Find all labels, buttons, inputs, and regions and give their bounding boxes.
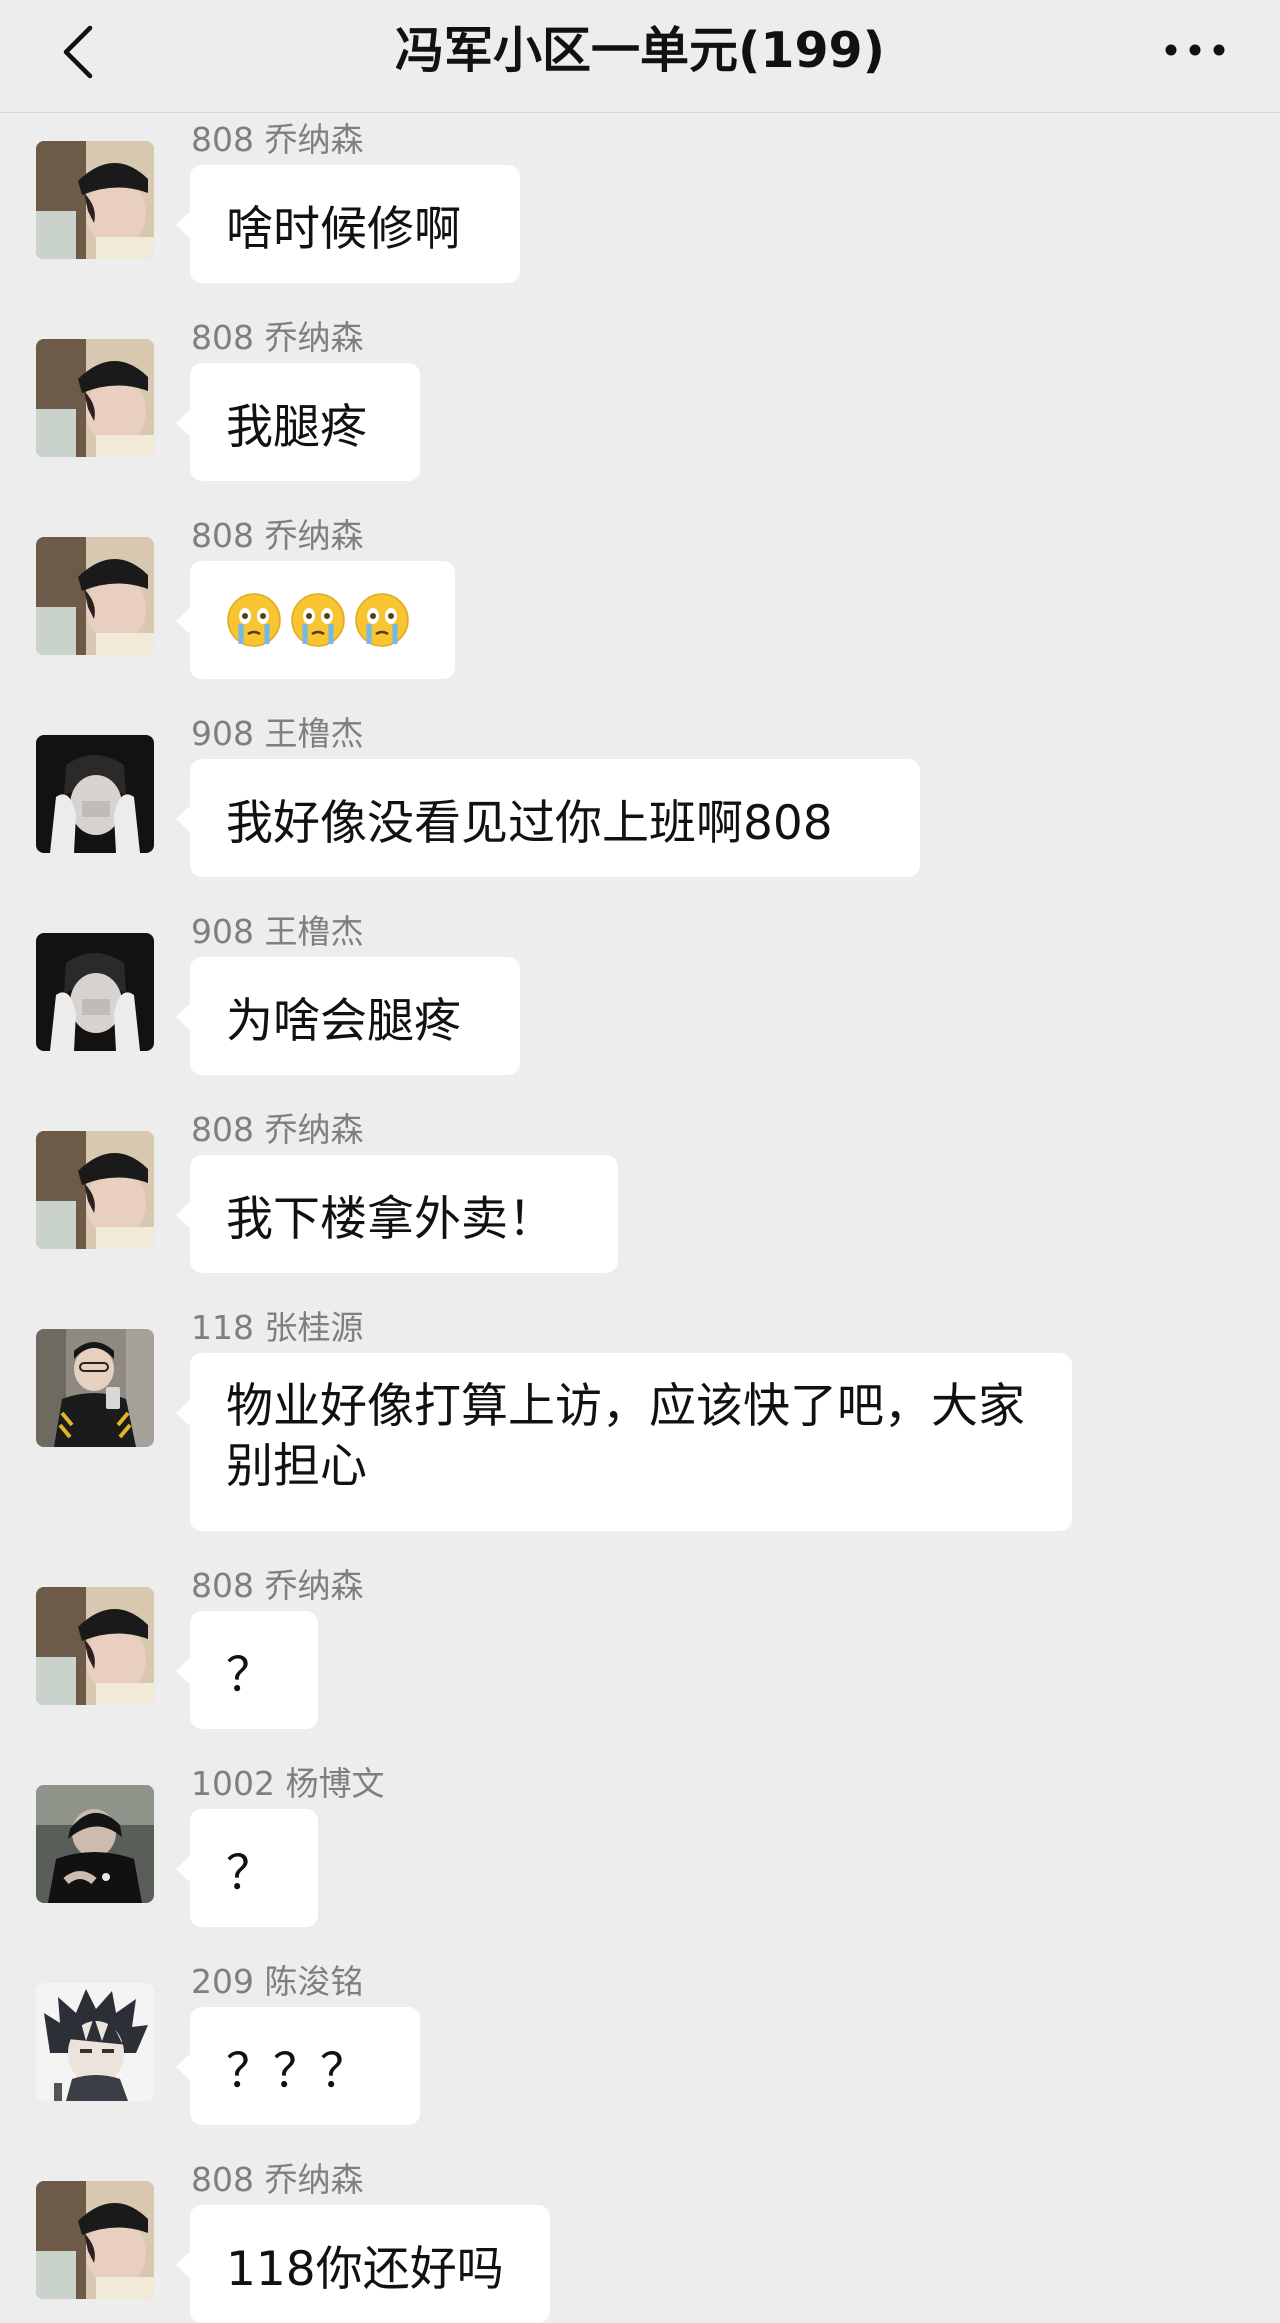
avatar[interactable] — [36, 1983, 154, 2101]
sender-name: 908 王橹杰 — [191, 714, 364, 753]
avatar[interactable] — [36, 1587, 154, 1705]
message-bubble[interactable]: 我下楼拿外卖！ — [176, 1155, 618, 1273]
sender-name: 808 乔纳森 — [191, 318, 364, 357]
more-dots-icon — [1165, 44, 1225, 56]
message-text: ？？？ — [226, 2043, 367, 2099]
avatar-808-image — [36, 339, 154, 457]
avatar-808-image — [36, 1131, 154, 1249]
avatar[interactable] — [36, 537, 154, 655]
sender-name: 808 乔纳森 — [191, 2160, 364, 2199]
avatar[interactable] — [36, 339, 154, 457]
avatar[interactable] — [36, 735, 154, 853]
message-text: 我好像没看见过你上班啊808 — [226, 795, 833, 851]
avatar-209-image — [36, 1983, 154, 2101]
message-bubble[interactable]: ？ — [176, 1611, 318, 1729]
message-bubble[interactable] — [176, 561, 455, 679]
sender-name: 118 张桂源 — [191, 1308, 364, 1347]
message-text: ？ — [226, 1647, 273, 1703]
sender-name: 209 陈浚铭 — [191, 1962, 364, 2001]
message-text: 我腿疼 — [226, 399, 367, 455]
avatar[interactable] — [36, 2181, 154, 2299]
sender-name: 808 乔纳森 — [191, 1566, 364, 1605]
message-text: 为啥会腿疼 — [226, 993, 461, 1049]
avatar[interactable] — [36, 1131, 154, 1249]
message-bubble[interactable]: 我腿疼 — [176, 363, 420, 481]
avatar[interactable] — [36, 1785, 154, 1903]
sender-name: 908 王橹杰 — [191, 912, 364, 951]
message-bubble[interactable]: 118你还好吗 — [176, 2205, 550, 2323]
message-bubble[interactable]: 物业好像打算上访，应该快了吧，大家别担心 — [176, 1353, 1072, 1531]
avatar[interactable] — [36, 141, 154, 259]
message-text: ？ — [226, 1845, 273, 1901]
avatar-808-image — [36, 537, 154, 655]
sender-name: 808 乔纳森 — [191, 516, 364, 555]
avatar-808-image — [36, 1587, 154, 1705]
message-bubble[interactable]: 啥时候修啊 — [176, 165, 520, 283]
avatar-118-image — [36, 1329, 154, 1447]
sender-name: 808 乔纳森 — [191, 120, 364, 159]
crying-face-emoji-icon — [226, 592, 282, 648]
message-text: 118你还好吗 — [226, 2241, 504, 2297]
crying-face-emoji-icon — [290, 592, 346, 648]
avatar[interactable] — [36, 933, 154, 1051]
avatar[interactable] — [36, 1329, 154, 1447]
crying-face-emoji-icon — [354, 592, 410, 648]
chat-header: 冯军小区一单元(199) — [0, 0, 1280, 113]
message-bubble[interactable]: ？ — [176, 1809, 318, 1927]
avatar-808-image — [36, 141, 154, 259]
avatar-1002-image — [36, 1785, 154, 1903]
message-text: 我下楼拿外卖！ — [226, 1191, 555, 1247]
avatar-908-image — [36, 735, 154, 853]
sender-name: 1002 杨博文 — [191, 1764, 385, 1803]
message-text: 物业好像打算上访，应该快了吧，大家别担心 — [226, 1379, 1025, 1494]
chat-title: 冯军小区一单元(199) — [394, 22, 886, 79]
message-bubble[interactable]: 我好像没看见过你上班啊808 — [176, 759, 920, 877]
avatar-808-image — [36, 2181, 154, 2299]
message-bubble[interactable]: 为啥会腿疼 — [176, 957, 520, 1075]
message-text: 啥时候修啊 — [226, 201, 461, 257]
message-bubble[interactable]: ？？？ — [176, 2007, 420, 2125]
more-button[interactable] — [1160, 30, 1230, 70]
sender-name: 808 乔纳森 — [191, 1110, 364, 1149]
avatar-908-image — [36, 933, 154, 1051]
